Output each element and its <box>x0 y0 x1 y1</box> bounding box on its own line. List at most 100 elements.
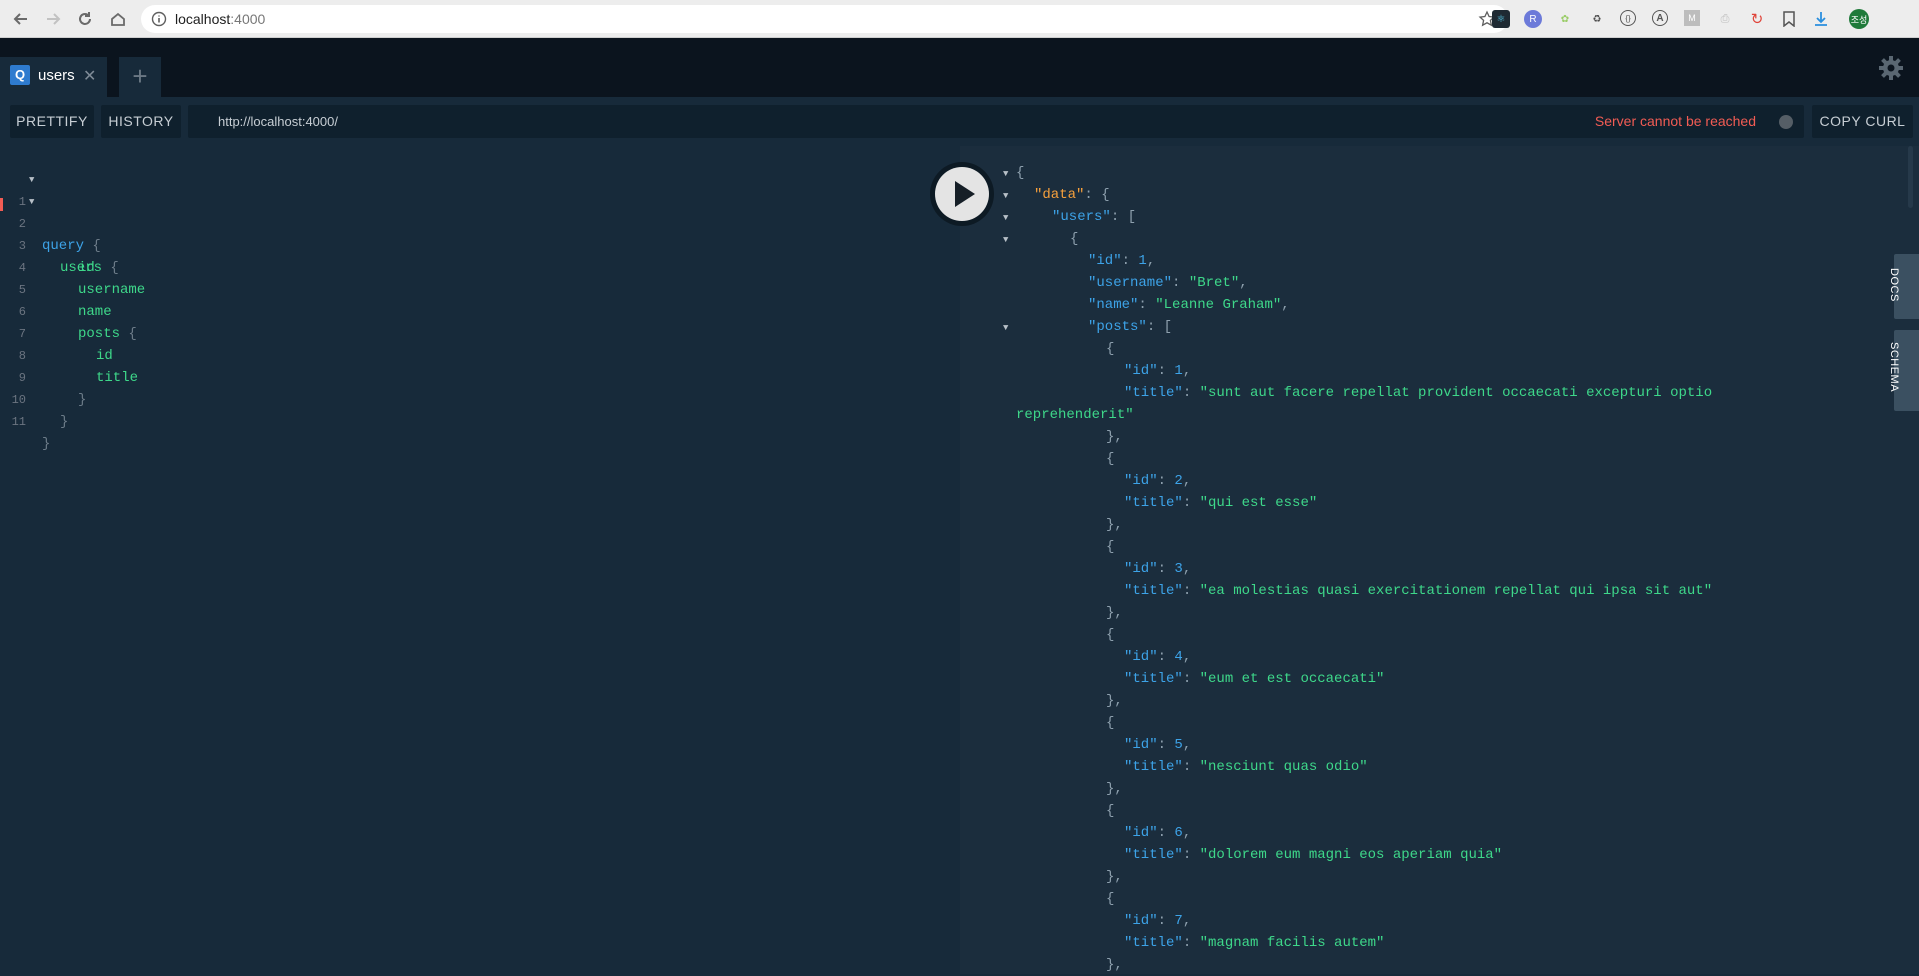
server-status: Server cannot be reached <box>1594 113 1756 129</box>
result-line: { <box>1106 341 1115 357</box>
result-line: { <box>1106 539 1115 555</box>
result-line: { <box>1106 627 1115 643</box>
result-line: "title": "magnam facilis autem" <box>1124 935 1385 951</box>
gear-icon[interactable] <box>1879 56 1903 80</box>
result-line: }, <box>1106 605 1123 621</box>
address-bar[interactable]: localhost:4000 <box>141 5 1508 33</box>
editor-line: 11 } <box>0 389 51 452</box>
forward-icon[interactable] <box>42 8 64 30</box>
fold-arrow-icon[interactable]: ▼ <box>1003 213 1008 223</box>
fold-arrow-icon[interactable]: ▼ <box>29 191 34 213</box>
browser-toolbar: localhost:4000 ⚛ R ✿ ♻ {} A M ⎙ ↻ 조성 <box>0 0 1919 38</box>
editor-line: 6 posts { <box>0 279 137 342</box>
m-icon[interactable]: M <box>1684 10 1700 26</box>
result-line: }, <box>1106 429 1123 445</box>
execute-query-button[interactable] <box>930 162 994 226</box>
result-viewer[interactable]: { ▼ "data": { ▼ "users": [ ▼ { ▼ "id": 1… <box>960 146 1919 974</box>
result-line: { <box>1106 715 1115 731</box>
fold-arrow-icon[interactable]: ▼ <box>1003 323 1008 333</box>
result-line: "id": 2, <box>1124 473 1192 489</box>
copy-curl-button[interactable]: COPY CURL <box>1812 105 1913 138</box>
pdf-icon[interactable]: ⎙ <box>1716 10 1734 28</box>
endpoint-field[interactable]: http://localhost:4000/ Server cannot be … <box>188 105 1804 138</box>
back-icon[interactable] <box>10 8 32 30</box>
editor-line: 7 id <box>0 301 113 364</box>
add-tab-button[interactable]: + <box>119 57 161 97</box>
docs-tab-label: DOCS <box>1888 268 1900 302</box>
recycle-icon[interactable]: ♻ <box>1588 10 1606 28</box>
profile-avatar[interactable]: 조성 <box>1849 9 1869 29</box>
code-text: name <box>78 304 112 320</box>
code-text: } <box>42 436 51 452</box>
result-line: }, <box>1106 693 1123 709</box>
bookmark-icon[interactable] <box>1780 10 1798 28</box>
query-editor[interactable]: 1 ▼ query { 2 ▼ users { 3 id 4 username … <box>0 146 960 974</box>
react-devtools-icon[interactable]: ⚛ <box>1492 10 1510 28</box>
line-number: 11 <box>11 415 26 429</box>
docs-tab[interactable]: DOCS <box>1888 254 1919 319</box>
status-indicator-icon <box>1779 115 1793 129</box>
result-line: { <box>1106 451 1115 467</box>
result-line: }, <box>1106 517 1123 533</box>
result-line: "id": 3, <box>1124 561 1192 577</box>
code-text: } <box>78 392 87 408</box>
editor-line: 9 } <box>0 345 87 408</box>
history-button[interactable]: HISTORY <box>101 105 181 138</box>
home-icon[interactable] <box>107 8 129 30</box>
result-line: { <box>1106 803 1115 819</box>
result-line: "name": "Leanne Graham", <box>1088 297 1290 313</box>
editor-line: 1 ▼ query { <box>0 169 101 254</box>
schema-tab-label: SCHEMA <box>1888 342 1900 393</box>
result-line: "id": 7, <box>1124 913 1192 929</box>
editor-line: 3 id <box>0 213 95 276</box>
prettify-button[interactable]: PRETTIFY <box>10 105 94 138</box>
tab-label: users <box>38 67 75 84</box>
code-text: id <box>78 260 95 276</box>
schema-tab[interactable]: SCHEMA <box>1888 330 1919 411</box>
code-icon[interactable]: {} <box>1620 10 1636 26</box>
result-scrollbar[interactable] <box>1908 146 1913 208</box>
editor-line: 5 name <box>0 257 112 320</box>
url-text[interactable]: localhost:4000 <box>175 11 265 27</box>
url-port: :4000 <box>230 11 266 27</box>
result-line: "id": 1, <box>1124 363 1192 379</box>
color-picker-icon[interactable]: ✿ <box>1556 10 1574 28</box>
editor-line: 4 username <box>0 235 145 298</box>
redux-icon[interactable]: R <box>1524 10 1542 28</box>
editor-line: 2 ▼ users { <box>0 191 119 276</box>
play-icon <box>955 181 975 207</box>
tab-users[interactable]: Q users ✕ <box>0 57 107 97</box>
result-line: { <box>1016 165 1025 181</box>
result-line: }, <box>1106 957 1123 973</box>
close-icon[interactable]: ✕ <box>83 66 96 86</box>
result-line: "title": "sunt aut facere repellat provi… <box>1124 385 1713 401</box>
fold-arrow-icon[interactable]: ▼ <box>1003 191 1008 201</box>
result-line: "id": 5, <box>1124 737 1192 753</box>
code-text: } <box>60 414 69 430</box>
playground-toolbar: PRETTIFY HISTORY http://localhost:4000/ … <box>0 97 1919 146</box>
fold-arrow-icon[interactable]: ▼ <box>29 169 34 191</box>
fold-arrow-icon[interactable]: ▼ <box>1003 235 1008 245</box>
info-icon[interactable] <box>151 11 167 27</box>
result-line: "users": [ <box>1052 209 1137 225</box>
result-line: "id": 4, <box>1124 649 1192 665</box>
endpoint-url[interactable]: http://localhost:4000/ <box>218 114 338 129</box>
at-icon[interactable]: A <box>1652 10 1668 26</box>
code-text: title <box>96 370 139 386</box>
code-text: query { <box>42 238 101 254</box>
reload-icon[interactable] <box>74 8 96 30</box>
refresh-ext-icon[interactable]: ↻ <box>1748 10 1766 28</box>
result-line: "data": { <box>1034 187 1110 203</box>
editor-line: 10 } <box>0 367 69 430</box>
query-badge: Q <box>10 65 30 85</box>
url-host: localhost <box>175 11 231 27</box>
code-text: posts { <box>78 326 137 342</box>
playground-tabbar: Q users ✕ + <box>0 38 1919 97</box>
download-icon[interactable] <box>1812 10 1830 28</box>
result-line: "title": "qui est esse" <box>1124 495 1318 511</box>
result-line: }, <box>1106 869 1123 885</box>
fold-arrow-icon[interactable]: ▼ <box>1003 169 1008 179</box>
result-line: "title": "dolorem eum magni eos aperiam … <box>1124 847 1503 863</box>
result-line: "title": "nesciunt quas odio" <box>1124 759 1368 775</box>
result-line: "title": "ea molestias quasi exercitatio… <box>1124 583 1713 599</box>
